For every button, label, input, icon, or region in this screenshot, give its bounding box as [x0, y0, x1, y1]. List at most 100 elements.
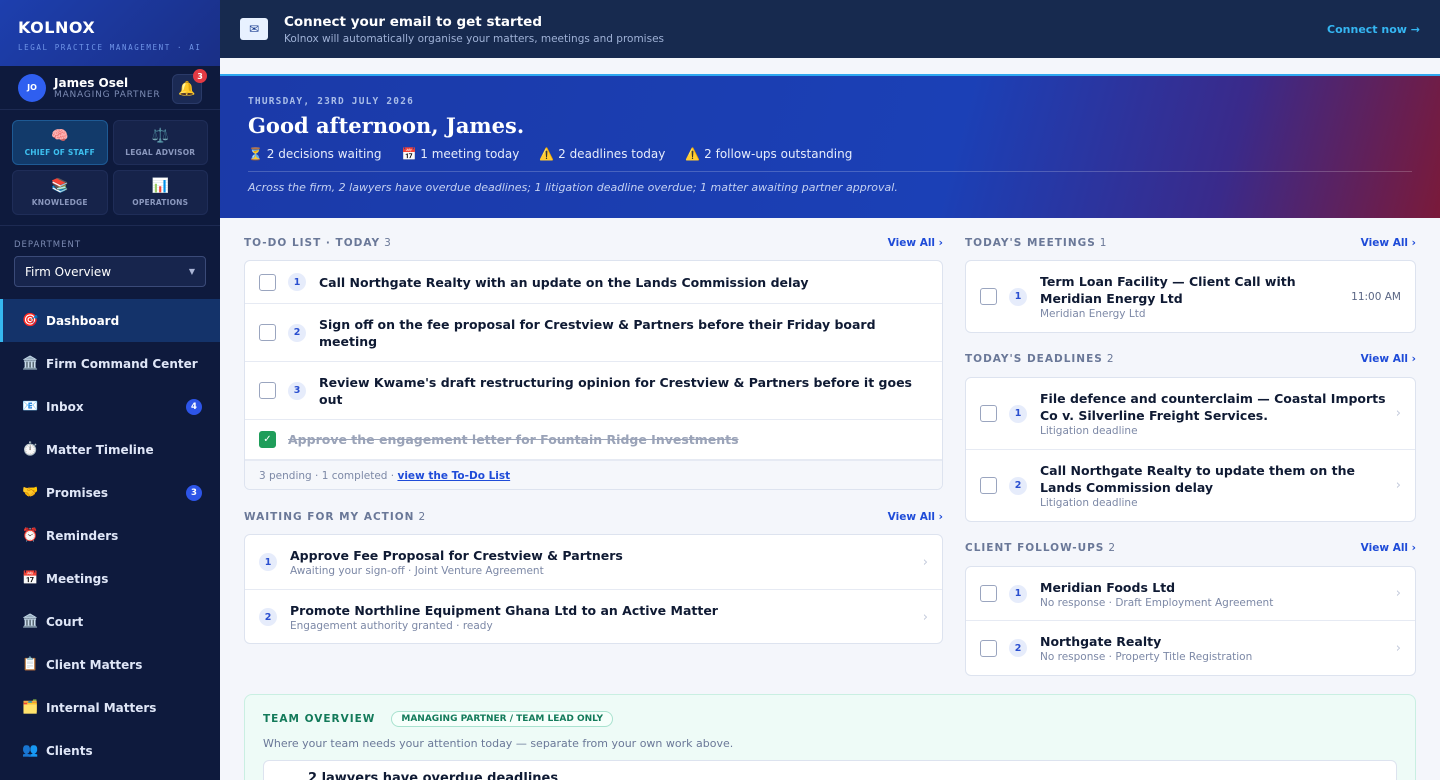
email-icon: ✉	[240, 18, 268, 40]
target-icon: 🎯	[22, 313, 39, 328]
email-banner-title: Connect your email to get started	[284, 13, 542, 30]
followups-card: 1 Meridian Foods Ltd No response · Draft…	[965, 566, 1416, 676]
mode-knowledge[interactable]: 📚 KNOWLEDGE	[12, 170, 108, 215]
section-title: TODAY'S MEETINGS 1	[965, 237, 1108, 249]
firm-summary: Across the firm, 2 lawyers have overdue …	[248, 181, 898, 194]
todo-item-completed[interactable]: ✓ Approve the engagement letter for Foun…	[245, 420, 942, 460]
todo-item[interactable]: 1 Call Northgate Realty with an update o…	[245, 261, 942, 304]
deadline-checkbox[interactable]	[980, 477, 997, 494]
todo-item[interactable]: 2 Sign off on the fee proposal for Crest…	[245, 304, 942, 362]
sidebar-item-court[interactable]: 🏛️ Court	[0, 600, 220, 643]
sidebar-item-promises[interactable]: 🤝 Promises 3	[0, 471, 220, 514]
count-badge: 3	[186, 484, 202, 501]
department-label: DEPARTMENT	[14, 240, 82, 250]
waiting-title: Promote Northline Equipment Ghana Ltd to…	[290, 603, 718, 618]
email-icon: 📧	[22, 399, 39, 414]
bell-icon: 🔔	[178, 81, 196, 97]
item-number: 2	[1009, 476, 1027, 495]
mode-label: CHIEF OF STAFF	[24, 148, 95, 157]
todo-title: Call Northgate Realty with an update on …	[319, 274, 809, 290]
followup-checkbox[interactable]	[980, 585, 997, 602]
count-badge: 4	[186, 398, 202, 415]
meetings-view-all-link[interactable]: View All ›	[1361, 237, 1416, 249]
waiting-view-all-link[interactable]: View All ›	[888, 511, 943, 523]
deadline-item[interactable]: 2 Call Northgate Realty to update them o…	[966, 450, 1415, 521]
books-icon: 📚	[51, 178, 69, 194]
sidebar-item-label: Promises	[46, 485, 108, 500]
notifications-button[interactable]: 🔔 3	[172, 69, 207, 104]
stat-decisions[interactable]: ⏳ 2 decisions waiting	[248, 147, 382, 161]
handshake-icon: 🤝	[22, 485, 39, 500]
followup-checkbox[interactable]	[980, 639, 997, 657]
mode-operations[interactable]: 📊 OPERATIONS	[112, 170, 208, 215]
avatar[interactable]: JO	[18, 73, 46, 102]
sidebar-item-internal-matters[interactable]: 🗂️ Internal Matters	[0, 686, 220, 729]
waiting-item[interactable]: 2 Promote Northline Equipment Ghana Ltd …	[245, 590, 942, 643]
meeting-checkbox[interactable]	[980, 288, 997, 305]
stopwatch-icon: ⏱️	[22, 442, 39, 457]
team-overview: TEAM OVERVIEW MANAGING PARTNER / TEAM LE…	[244, 694, 1416, 780]
mode-label: LEGAL ADVISOR	[125, 148, 196, 157]
deadline-checkbox[interactable]	[980, 405, 997, 422]
chevron-right-icon: ›	[1395, 406, 1401, 421]
followups-header: CLIENT FOLLOW-UPS 2 View All ›	[965, 542, 1416, 554]
mode-label: KNOWLEDGE	[31, 198, 88, 207]
sidebar-item-inbox[interactable]: 📧 Inbox 4	[0, 385, 220, 428]
todo-item[interactable]: 3 Review Kwame's draft restructuring opi…	[245, 362, 942, 420]
chevron-right-icon: ›	[1395, 586, 1401, 601]
mode-chief-of-staff[interactable]: 🧠 CHIEF OF STAFF	[12, 120, 108, 165]
department-select[interactable]: Firm Overview ▼	[14, 256, 206, 287]
sidebar-item-firm-command-center[interactable]: 🏛️ Firm Command Center	[0, 342, 220, 385]
item-number: 2	[259, 608, 277, 626]
mode-legal-advisor[interactable]: ⚖️ LEGAL ADVISOR	[112, 120, 208, 165]
waiting-item[interactable]: 1 Approve Fee Proposal for Crestview & P…	[245, 535, 942, 590]
user-profile[interactable]: JO James Osel MANAGING PARTNER 🔔 3	[0, 66, 220, 110]
team-alert-item[interactable]: 2 lawyers have overdue deadlines	[263, 760, 1397, 780]
team-overview-subtitle: Where your team needs your attention tod…	[263, 737, 734, 750]
item-number: 2	[288, 323, 306, 342]
sidebar-item-dashboard[interactable]: 🎯 Dashboard	[0, 299, 220, 342]
sidebar-item-clients[interactable]: 👥 Clients	[0, 729, 220, 772]
followup-item[interactable]: 2 Northgate Realty No response · Propert…	[966, 621, 1415, 675]
todo-checkbox[interactable]	[259, 273, 276, 291]
sidebar-item-label: Reminders	[46, 528, 119, 543]
sidebar-item-matter-timeline[interactable]: ⏱️ Matter Timeline	[0, 428, 220, 471]
followup-detail: No response · Draft Employment Agreement	[1040, 596, 1274, 609]
current-date: THURSDAY, 23RD JULY 2026	[248, 96, 415, 107]
mode-label: OPERATIONS	[132, 198, 189, 207]
meeting-client: Meridian Energy Ltd	[1040, 308, 1146, 320]
sidebar-item-reminders[interactable]: ⏰ Reminders	[0, 514, 220, 557]
followup-detail: No response · Property Title Registratio…	[1040, 651, 1253, 663]
todo-checkbox[interactable]	[259, 324, 276, 341]
email-connect-banner: ✉ Connect your email to get started Koln…	[220, 0, 1440, 58]
section-title: WAITING FOR MY ACTION 2	[244, 511, 427, 523]
chevron-right-icon: ›	[1395, 640, 1401, 656]
todo-checkbox[interactable]	[259, 382, 276, 399]
sidebar-item-label: Meetings	[46, 571, 109, 586]
stat-followups[interactable]: ⚠️ 2 follow-ups outstanding	[685, 147, 852, 161]
followups-view-all-link[interactable]: View All ›	[1361, 542, 1416, 554]
followup-client: Meridian Foods Ltd	[1040, 579, 1176, 595]
connect-now-link[interactable]: Connect now →	[1327, 23, 1420, 36]
deadline-type: Litigation deadline	[1040, 497, 1138, 509]
waiting-subtitle: Engagement authority granted · ready	[290, 620, 493, 632]
stat-deadlines[interactable]: ⚠️ 2 deadlines today	[539, 147, 665, 161]
followup-item[interactable]: 1 Meridian Foods Ltd No response · Draft…	[966, 567, 1415, 621]
meeting-item[interactable]: 1 Term Loan Facility — Client Call with …	[966, 261, 1415, 332]
waiting-card: 1 Approve Fee Proposal for Crestview & P…	[244, 534, 943, 644]
sidebar-item-meetings[interactable]: 📅 Meetings	[0, 557, 220, 600]
sidebar-item-client-matters[interactable]: 📋 Client Matters	[0, 643, 220, 686]
deadline-title: File defence and counterclaim — Coastal …	[1040, 391, 1386, 423]
waiting-subtitle: Awaiting your sign-off · Joint Venture A…	[290, 565, 544, 577]
meetings-header: TODAY'S MEETINGS 1 View All ›	[965, 237, 1416, 249]
divider	[248, 171, 1412, 172]
deadlines-view-all-link[interactable]: View All ›	[1361, 353, 1416, 365]
deadline-item[interactable]: 1 File defence and counterclaim — Coasta…	[966, 378, 1415, 450]
meeting-title: Term Loan Facility — Client Call with Me…	[1040, 274, 1296, 306]
view-todo-list-link[interactable]: view the To-Do List	[397, 470, 510, 482]
checked-checkbox[interactable]: ✓	[259, 431, 276, 448]
mode-switcher: 🧠 CHIEF OF STAFF ⚖️ LEGAL ADVISOR 📚 KNOW…	[0, 110, 220, 226]
todo-view-all-link[interactable]: View All ›	[888, 237, 943, 249]
stat-meetings[interactable]: 📅 1 meeting today	[402, 147, 520, 161]
brain-icon: 🧠	[51, 128, 69, 144]
